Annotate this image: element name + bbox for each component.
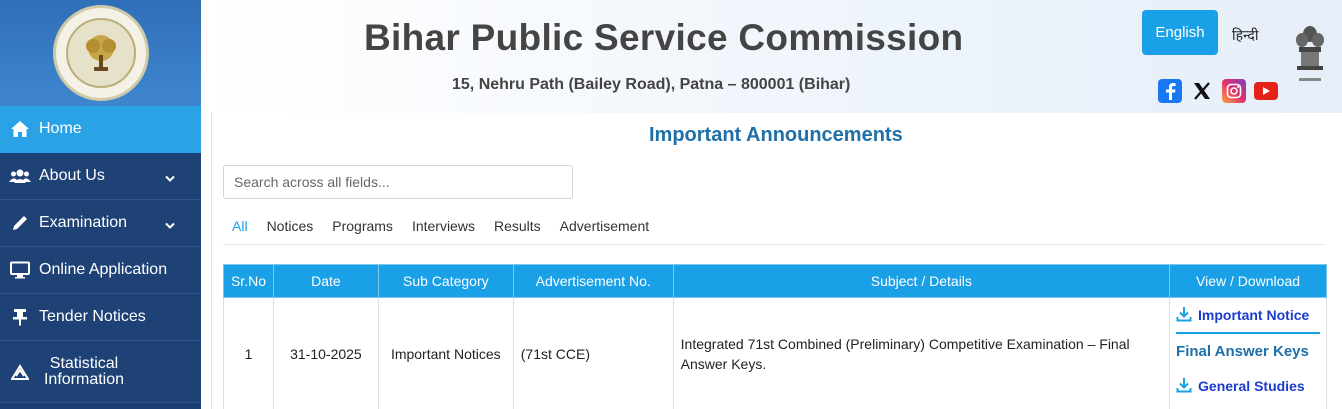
- header-address: 15, Nehru Path (Bailey Road), Patna – 80…: [452, 76, 851, 93]
- download-icon: [1176, 306, 1192, 325]
- column-header-view-download[interactable]: View / Download: [1169, 264, 1327, 298]
- sidebar-item-label: Home: [39, 120, 82, 137]
- tab-advertisement[interactable]: Advertisement: [560, 218, 649, 234]
- tab-results[interactable]: Results: [494, 218, 541, 234]
- download-link-label: General Studies: [1198, 378, 1305, 394]
- general-studies-download-link[interactable]: General Studies: [1176, 368, 1320, 404]
- chevron-down-icon: [165, 217, 175, 235]
- sidebar: Home About Us Examination Online Applica…: [0, 0, 201, 409]
- chevron-down-icon: [165, 170, 175, 188]
- page-title: Bihar Public Service Commission: [364, 17, 964, 58]
- sidebar-item-statistical-information[interactable]: Statistical Information: [0, 341, 201, 403]
- tab-programs[interactable]: Programs: [332, 218, 393, 234]
- sidebar-nav: Home About Us Examination Online Applica…: [0, 106, 201, 403]
- download-link-label: Important Notice: [1198, 307, 1310, 323]
- english-language-button[interactable]: English: [1142, 10, 1218, 55]
- sidebar-item-online-application[interactable]: Online Application: [0, 247, 201, 294]
- chart-icon: [9, 362, 31, 382]
- download-icon: [1176, 377, 1192, 396]
- sidebar-item-label: Tender Notices: [39, 308, 146, 325]
- column-header-subject[interactable]: Subject / Details: [672, 264, 1171, 298]
- tree-emblem-icon: [65, 18, 136, 88]
- announcements-panel: Important Announcements All Notices Prog…: [211, 113, 1342, 409]
- national-emblem-icon: [1293, 22, 1327, 86]
- logo-area: [0, 0, 201, 106]
- column-header-sub-category[interactable]: Sub Category: [377, 264, 514, 298]
- social-links: [1158, 79, 1278, 103]
- announcements-table: Sr.No Date Sub Category Advertisement No…: [223, 264, 1327, 409]
- sidebar-item-label: Online Application: [39, 261, 168, 278]
- x-twitter-icon[interactable]: [1190, 79, 1214, 103]
- tab-interviews[interactable]: Interviews: [412, 218, 475, 234]
- instagram-icon[interactable]: [1222, 79, 1246, 103]
- cell-date: 31-10-2025: [272, 297, 379, 409]
- important-notice-download-link[interactable]: Important Notice: [1176, 298, 1320, 334]
- cell-sub-category: Important Notices: [377, 297, 514, 409]
- table-row: 1 31-10-2025 Important Notices (71st CCE…: [223, 297, 1327, 409]
- tab-all[interactable]: All: [232, 218, 248, 234]
- sidebar-item-about-us[interactable]: About Us: [0, 153, 201, 200]
- tabs-divider: [223, 244, 1324, 245]
- bpsc-seal-logo[interactable]: [52, 5, 149, 101]
- cell-subject: Integrated 71st Combined (Preliminary) C…: [672, 297, 1171, 409]
- column-header-sr-no[interactable]: Sr.No: [223, 264, 274, 298]
- pin-icon: [9, 307, 31, 327]
- sidebar-item-label: Examination: [39, 214, 128, 231]
- cell-advertisement-no: (71st CCE): [512, 297, 674, 409]
- sidebar-item-tender-notices[interactable]: Tender Notices: [0, 294, 201, 341]
- cell-sr-no: 1: [223, 297, 274, 409]
- sidebar-item-examination[interactable]: Examination: [0, 200, 201, 247]
- youtube-icon[interactable]: [1254, 82, 1278, 100]
- pencil-icon: [9, 213, 31, 233]
- table-header-row: Sr.No Date Sub Category Advertisement No…: [223, 264, 1327, 298]
- sidebar-item-home[interactable]: Home: [0, 106, 201, 153]
- search-input[interactable]: [223, 165, 573, 199]
- sidebar-item-label: Statistical Information: [43, 354, 125, 388]
- hindi-language-link[interactable]: हिन्दी: [1232, 26, 1258, 45]
- monitor-icon: [9, 260, 31, 280]
- site-header: Bihar Public Service Commission 15, Nehr…: [201, 0, 1342, 113]
- column-header-advertisement-no[interactable]: Advertisement No.: [512, 264, 674, 298]
- users-icon: [9, 166, 31, 186]
- final-answer-keys-heading: Final Answer Keys: [1176, 342, 1309, 360]
- facebook-icon[interactable]: [1158, 79, 1182, 103]
- category-tabs: All Notices Programs Interviews Results …: [232, 218, 668, 234]
- tab-notices[interactable]: Notices: [267, 218, 314, 234]
- section-title: Important Announcements: [649, 124, 903, 146]
- cell-view-download: Important Notice Final Answer Keys Gener…: [1169, 297, 1327, 409]
- sidebar-item-label: About Us: [39, 167, 105, 184]
- column-header-date[interactable]: Date: [272, 264, 379, 298]
- home-icon: [9, 119, 31, 139]
